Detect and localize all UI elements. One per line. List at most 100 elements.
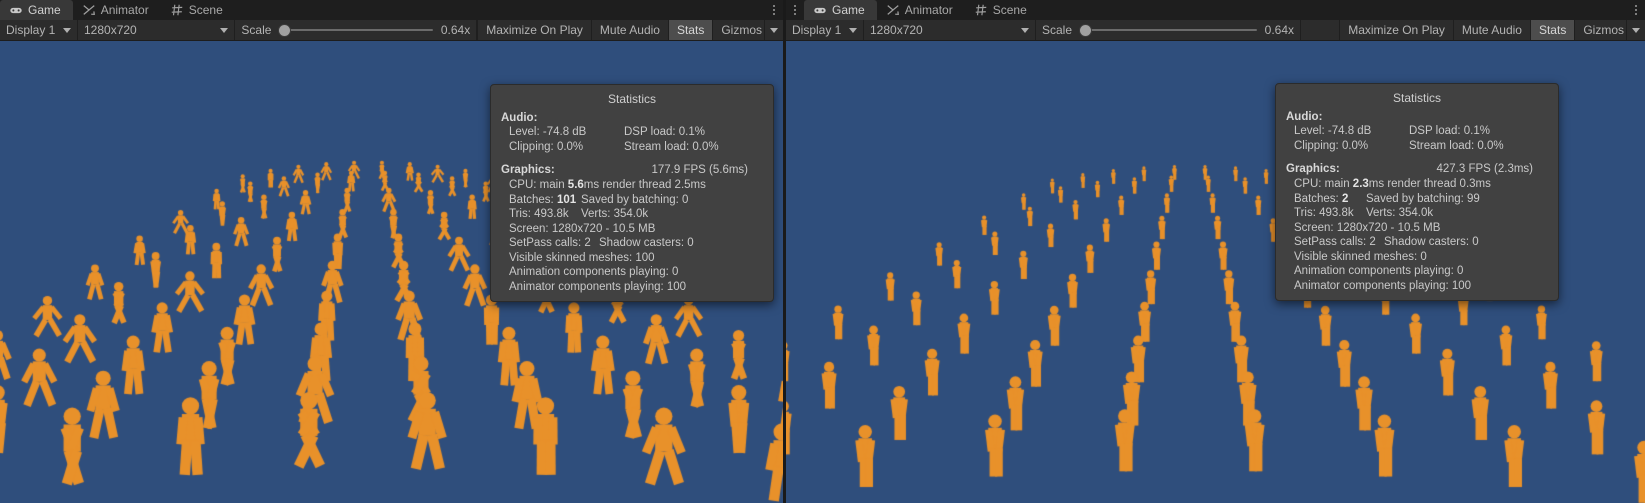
cpu-suffix: ms render thread 0.3ms xyxy=(1368,178,1491,190)
tab-label: Game xyxy=(832,3,865,17)
screen: Screen: 1280x720 - 10.5 MB xyxy=(509,222,656,235)
mute-audio-button-right[interactable]: Mute Audio xyxy=(1454,20,1531,40)
stats-button-right[interactable]: Stats xyxy=(1530,20,1576,40)
statistics-panel-left: Statistics Audio: Level: -74.8 dB DSP lo… xyxy=(490,84,774,302)
tab-label: Scene xyxy=(188,3,223,17)
stats-button-left[interactable]: Stats xyxy=(668,20,714,40)
scale-label: Scale xyxy=(241,23,272,37)
button-label: Mute Audio xyxy=(599,23,660,37)
cpu-main-value: 5.6 xyxy=(567,179,584,191)
chevron-down-icon xyxy=(770,27,778,33)
gizmos-button-left[interactable]: Gizmos xyxy=(713,20,764,40)
chevron-down-icon xyxy=(220,27,229,33)
animator-components-row: Animator components playing: 100 xyxy=(491,280,773,295)
animation-components-playing: Animation components playing: 0 xyxy=(509,266,679,278)
batches-value: 2 xyxy=(1341,192,1349,205)
cpu-prefix: CPU: main xyxy=(1294,178,1353,190)
tab-label: Scene xyxy=(992,3,1027,17)
fps-value: 177.9 FPS (5.6ms) xyxy=(651,164,748,176)
button-label: Mute Audio xyxy=(1461,23,1522,37)
tris-verts-row: Tris: 493.8k Verts: 354.0k xyxy=(1276,206,1558,221)
game-view-right[interactable]: Statistics Audio: Level: -74.8 dB DSP lo… xyxy=(786,41,1645,503)
graphics-heading-row: Graphics: 177.9 FPS (5.6ms) xyxy=(491,163,773,178)
scale-slider-left[interactable] xyxy=(279,23,433,37)
visible-skinned-meshes: Visible skinned meshes: 100 xyxy=(509,251,655,264)
tab-label: Animator xyxy=(100,3,149,17)
pane-menu-icon-right-leading[interactable] xyxy=(786,0,804,20)
gizmos-button-right[interactable]: Gizmos xyxy=(1575,20,1626,40)
dsp-load: DSP load: 0.1% xyxy=(1409,125,1490,137)
audio-level-row: Level: -74.8 dB DSP load: 0.1% xyxy=(1276,124,1558,139)
tab-game-left[interactable]: Game xyxy=(0,0,73,20)
slider-knob[interactable] xyxy=(1080,24,1092,36)
resolution-dropdown-left[interactable]: 1280x720 xyxy=(78,20,236,40)
tab-scene-right[interactable]: Scene xyxy=(965,0,1039,20)
tab-animator-right[interactable]: Animator xyxy=(877,0,965,20)
animator-components-playing: Animator components playing: 100 xyxy=(509,280,687,293)
setpass-calls: SetPass calls: 2 xyxy=(1294,236,1376,248)
batches: Batches: 2 xyxy=(1294,192,1366,207)
mute-audio-button-left[interactable]: Mute Audio xyxy=(592,20,669,40)
pane-menu-icon-right[interactable] xyxy=(1627,0,1645,20)
shadow-casters: Shadow casters: 0 xyxy=(1384,236,1479,248)
screen-row: Screen: 1280x720 - 10.5 MB xyxy=(491,222,773,237)
screen: Screen: 1280x720 - 10.5 MB xyxy=(1294,221,1441,234)
visible-skinned-row: Visible skinned meshes: 0 xyxy=(1276,250,1558,265)
tab-strip-spacer-right xyxy=(1039,0,1627,20)
batches-label: Batches: xyxy=(509,193,557,206)
tris-verts-row: Tris: 493.8k Verts: 354.0k xyxy=(491,207,773,222)
saved-by-batching: Saved by batching: 99 xyxy=(1366,192,1480,205)
saved-by-batching: Saved by batching: 0 xyxy=(581,193,689,206)
resolution-dropdown-right[interactable]: 1280x720 xyxy=(864,20,1036,40)
maximize-on-play-button-left[interactable]: Maximize On Play xyxy=(478,20,592,40)
tab-strip-left: Game Animator Scene xyxy=(0,0,783,20)
tab-strip-spacer-left xyxy=(235,0,765,20)
scale-slider-right[interactable] xyxy=(1080,23,1257,37)
maximize-on-play-button-right[interactable]: Maximize On Play xyxy=(1340,20,1454,40)
resolution-dropdown-value: 1280x720 xyxy=(870,23,923,37)
audio-level-row: Level: -74.8 dB DSP load: 0.1% xyxy=(491,125,773,140)
display-dropdown-left[interactable]: Display 1 xyxy=(0,20,78,40)
game-pane-left: Game Animator Scene Display 1 1280x720 S… xyxy=(0,0,783,503)
stream-load: Stream load: 0.0% xyxy=(1409,139,1504,152)
stream-load: Stream load: 0.0% xyxy=(624,140,719,153)
display-dropdown-right[interactable]: Display 1 xyxy=(786,20,864,40)
pane-menu-icon-left[interactable] xyxy=(765,0,783,20)
chevron-down-icon xyxy=(1021,27,1029,33)
statistics-title: Statistics xyxy=(1392,91,1441,105)
tab-animator-left[interactable]: Animator xyxy=(73,0,161,20)
audio-level: Level: -74.8 dB xyxy=(1294,125,1372,137)
setpass-calls: SetPass calls: 2 xyxy=(509,237,591,249)
scale-slider-group-right[interactable]: Scale 0.64x xyxy=(1036,20,1301,40)
batches-label: Batches: xyxy=(1294,192,1342,205)
cpu-main-value: 2.3 xyxy=(1352,178,1369,190)
slider-track xyxy=(1080,29,1257,31)
game-toolbar-left: Display 1 1280x720 Scale 0.64x Maximize … xyxy=(0,20,783,41)
scale-slider-group-left[interactable]: Scale 0.64x xyxy=(235,20,478,40)
batches: Batches: 101 xyxy=(509,193,581,208)
slider-knob[interactable] xyxy=(279,24,291,36)
gizmos-dropdown-right[interactable] xyxy=(1626,20,1645,40)
tab-game-right[interactable]: Game xyxy=(804,0,877,20)
fps-value: 427.3 FPS (2.3ms) xyxy=(1436,163,1533,175)
resolution-dropdown-value: 1280x720 xyxy=(84,23,137,37)
batches-row: Batches: 2 Saved by batching: 99 xyxy=(1276,192,1558,207)
statistics-title: Statistics xyxy=(607,92,656,106)
setpass-row: SetPass calls: 2 Shadow casters: 0 xyxy=(491,236,773,251)
unity-editor-window: Game Animator Scene Display 1 1280x720 S… xyxy=(0,0,1645,503)
gizmos-dropdown-left[interactable] xyxy=(764,20,783,40)
setpass-row: SetPass calls: 2 Shadow casters: 0 xyxy=(1276,235,1558,250)
gamepad-icon xyxy=(813,3,827,17)
visible-skinned-meshes: Visible skinned meshes: 0 xyxy=(1294,250,1427,263)
tab-scene-left[interactable]: Scene xyxy=(161,0,235,20)
audio-level: Level: -74.8 dB xyxy=(509,126,587,138)
button-label: Gizmos xyxy=(1583,23,1624,37)
audio-clipping: Clipping: 0.0% xyxy=(1294,139,1369,152)
grid-icon xyxy=(170,3,184,17)
game-view-left[interactable]: Statistics Audio: Level: -74.8 dB DSP lo… xyxy=(0,41,783,503)
animation-components-row: Animation components playing: 0 xyxy=(1276,264,1558,279)
shadow-casters: Shadow casters: 0 xyxy=(599,237,694,249)
chevron-down-icon xyxy=(849,27,858,33)
audio-section-heading: Audio: xyxy=(1286,111,1323,123)
